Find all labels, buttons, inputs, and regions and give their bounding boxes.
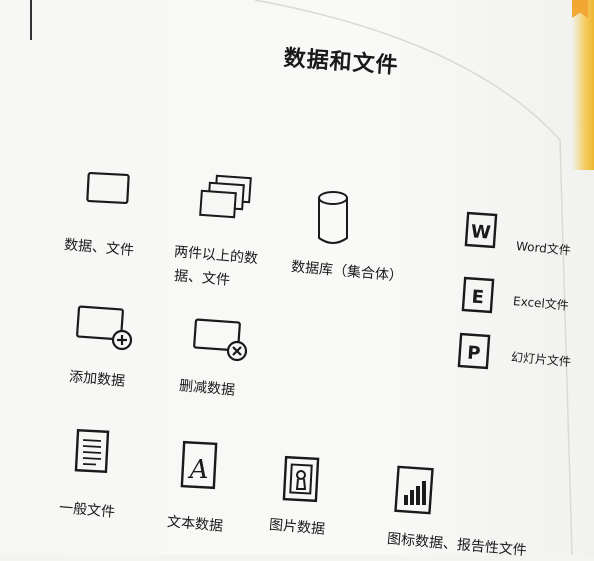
document-lines-icon bbox=[74, 428, 110, 474]
ppt-label: 幻灯片文件 bbox=[510, 349, 572, 370]
database-label: 数据库（集合体） bbox=[290, 258, 404, 285]
slide-file-icon: P bbox=[457, 332, 491, 370]
image-icon bbox=[282, 455, 320, 503]
book-page: 数据和文件 数据、文件 两件以上的数 据、文件 数据库（集合体） W Word文… bbox=[0, 0, 594, 559]
bar-chart-file-icon bbox=[394, 465, 434, 515]
svg-text:A: A bbox=[188, 455, 209, 485]
word-label: Word文件 bbox=[515, 238, 572, 258]
stacked-rectangles-icon bbox=[199, 174, 252, 219]
svg-text:E: E bbox=[471, 287, 485, 309]
text-A-icon: A bbox=[180, 440, 218, 490]
delete-data-label: 删减数据 bbox=[178, 377, 236, 399]
add-data-icon bbox=[76, 305, 133, 351]
svg-text:P: P bbox=[467, 343, 482, 365]
text-data-label: 文本数据 bbox=[166, 513, 224, 535]
single-data-label: 数据、文件 bbox=[63, 236, 135, 260]
binding-line bbox=[30, 0, 32, 40]
excel-file-icon: E bbox=[461, 276, 495, 314]
image-data-label: 图片数据 bbox=[268, 516, 326, 538]
svg-text:W: W bbox=[470, 221, 491, 243]
chart-report-label: 图标数据、报告性文件 bbox=[386, 530, 528, 560]
page-edge-highlight bbox=[572, 0, 594, 170]
general-file-label: 一般文件 bbox=[58, 499, 116, 521]
multi-data-label-line1: 两件以上的数 bbox=[173, 243, 259, 268]
page-title: 数据和文件 bbox=[282, 45, 400, 79]
add-data-label: 添加数据 bbox=[68, 368, 126, 390]
multi-data-label-line2: 据、文件 bbox=[173, 267, 231, 289]
rectangle-icon bbox=[86, 171, 130, 205]
word-file-icon: W bbox=[464, 211, 498, 249]
cylinder-icon bbox=[318, 191, 348, 244]
excel-label: Excel文件 bbox=[512, 293, 570, 313]
delete-data-icon bbox=[193, 318, 248, 362]
